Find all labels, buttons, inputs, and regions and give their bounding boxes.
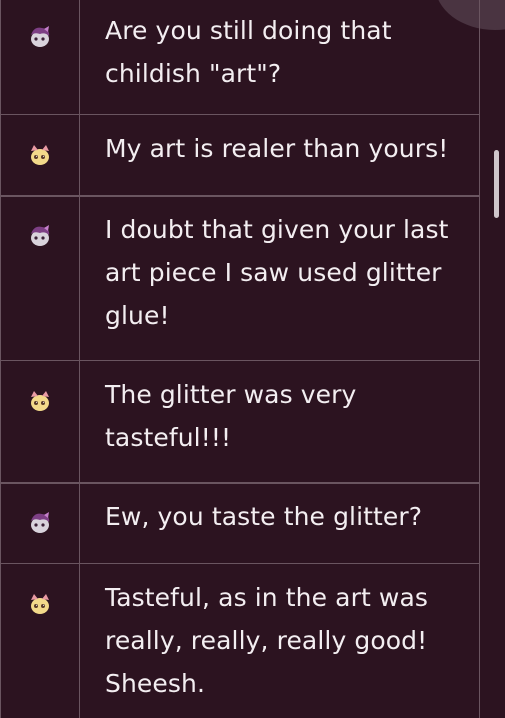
dialogue-row: Ew, you taste the glitter?: [0, 482, 480, 564]
dialogue-row: My art is realer than yours!: [0, 113, 480, 197]
dialogue-table: Are you still doing that childish "art"?…: [0, 0, 480, 718]
avatar-cell: [0, 360, 80, 483]
chat-log-viewport[interactable]: Are you still doing that childish "art"?…: [0, 0, 505, 718]
dialogue-row: I doubt that given your last art piece I…: [0, 195, 480, 361]
dialogue-row: Tasteful, as in the art was really, real…: [0, 562, 480, 718]
message-text: My art is realer than yours!: [80, 114, 480, 196]
dialogue-row: The glitter was very tasteful!!!: [0, 359, 480, 484]
yellow-character-avatar-icon: [31, 593, 49, 614]
message-text: I doubt that given your last art piece I…: [80, 196, 480, 360]
purple-character-avatar-icon: [31, 26, 50, 47]
avatar-cell: [0, 114, 80, 196]
avatar-cell: [0, 483, 80, 563]
message-text: Ew, you taste the glitter?: [80, 483, 480, 563]
message-text: Tasteful, as in the art was really, real…: [80, 563, 480, 718]
purple-character-avatar-icon: [31, 512, 50, 533]
message-text: Are you still doing that childish "art"?: [80, 0, 480, 114]
message-text: The glitter was very tasteful!!!: [80, 360, 480, 483]
avatar-cell: [0, 196, 80, 360]
dialogue-row: Are you still doing that childish "art"?: [0, 0, 480, 115]
yellow-character-avatar-icon: [31, 144, 49, 165]
avatar-cell: [0, 0, 80, 114]
yellow-character-avatar-icon: [31, 390, 49, 411]
purple-character-avatar-icon: [31, 225, 50, 246]
avatar-cell: [0, 563, 80, 718]
vertical-scrollbar[interactable]: [494, 150, 499, 218]
